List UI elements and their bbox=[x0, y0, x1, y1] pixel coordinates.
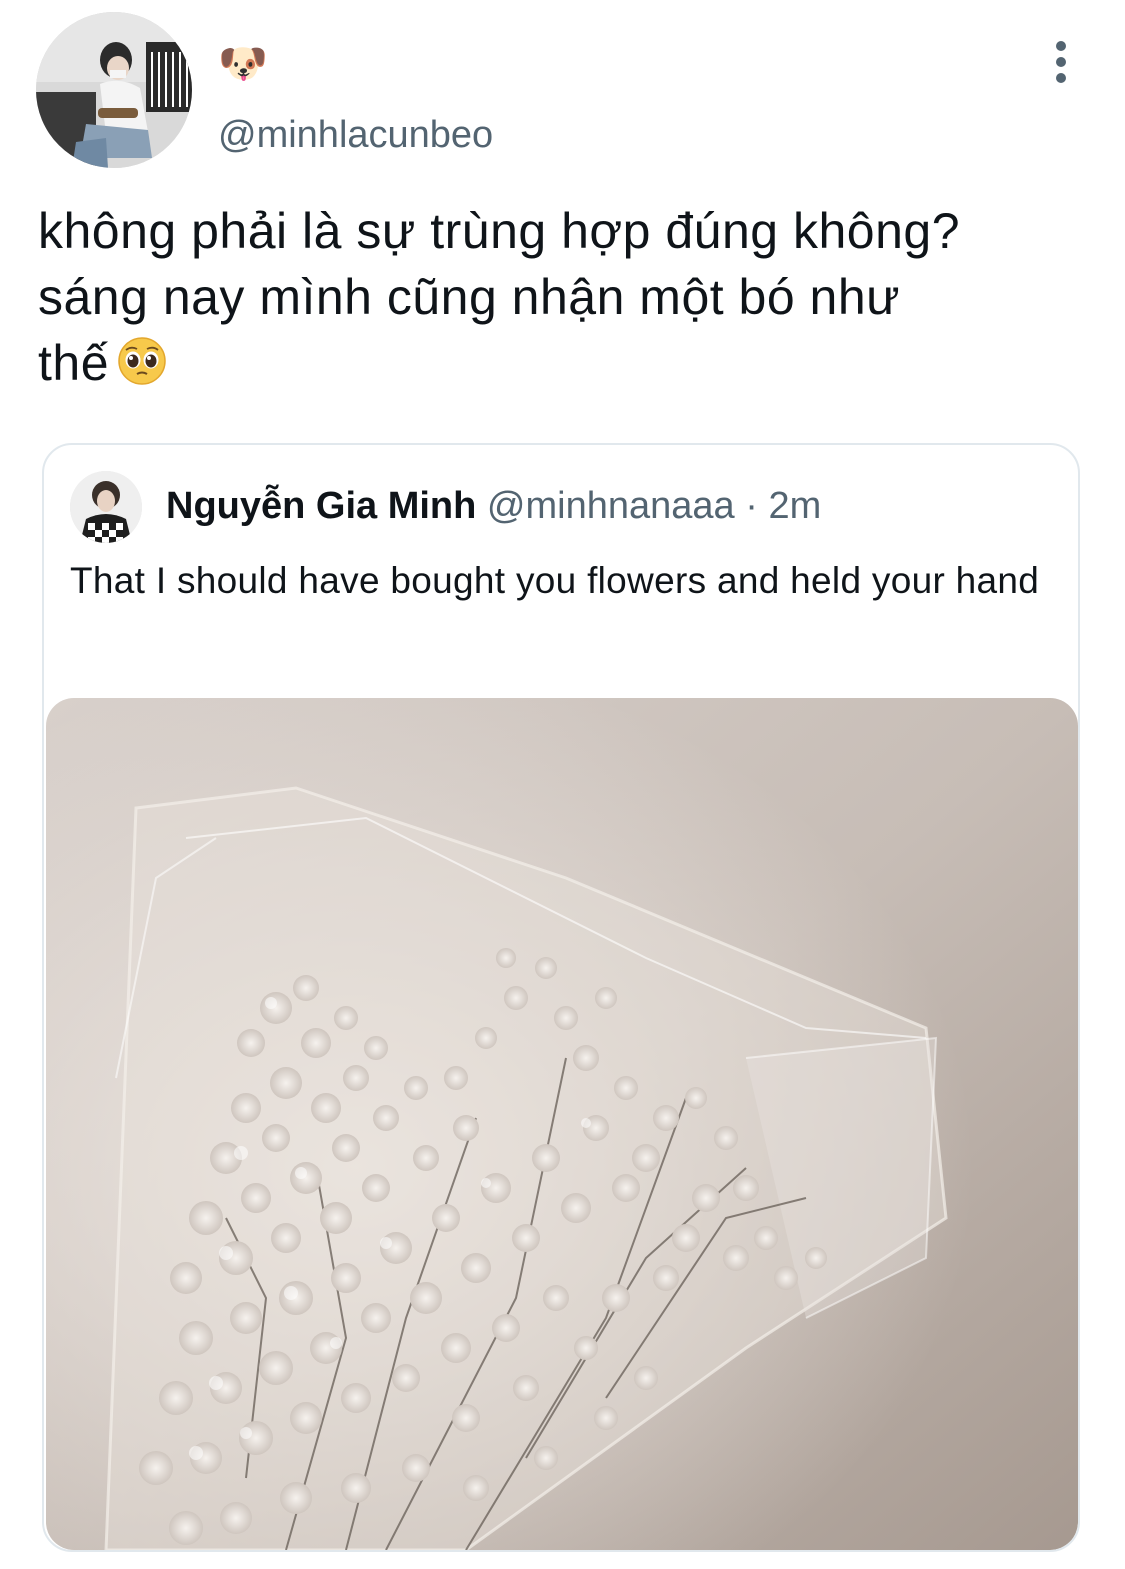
quoted-tweet-photo[interactable] bbox=[46, 698, 1078, 1550]
tweet-text-line: không phải là sự trùng hợp đúng không? bbox=[38, 203, 961, 259]
author-handle[interactable]: @minhlacunbeo bbox=[218, 112, 493, 158]
author-display-name[interactable]: 🐶 bbox=[218, 40, 268, 88]
quoted-tweet-time[interactable]: 2m bbox=[768, 485, 821, 527]
quoted-tweet-header: Nguyễn Gia Minh @minhnanaaa · 2m bbox=[166, 483, 821, 529]
author-avatar[interactable] bbox=[36, 12, 192, 168]
quoted-author-handle[interactable]: @minhnanaaa bbox=[487, 485, 735, 527]
more-vertical-icon[interactable] bbox=[1040, 38, 1082, 86]
quoted-author-avatar[interactable] bbox=[70, 471, 142, 543]
quoted-tweet-text: That I should have bought you flowers an… bbox=[70, 560, 1040, 601]
header-separator: · bbox=[745, 485, 758, 527]
tweet-text-line: sáng nay mình cũng nhận một bó như bbox=[38, 269, 901, 325]
tweet-text: không phải là sự trùng hợp đúng không? s… bbox=[38, 198, 1098, 402]
tweet-text-line: thế bbox=[38, 335, 110, 391]
quoted-author-name[interactable]: Nguyễn Gia Minh bbox=[166, 485, 476, 527]
pleading-face-icon bbox=[117, 336, 167, 402]
quoted-tweet-card[interactable]: Nguyễn Gia Minh @minhnanaaa · 2m That I … bbox=[42, 443, 1080, 1552]
